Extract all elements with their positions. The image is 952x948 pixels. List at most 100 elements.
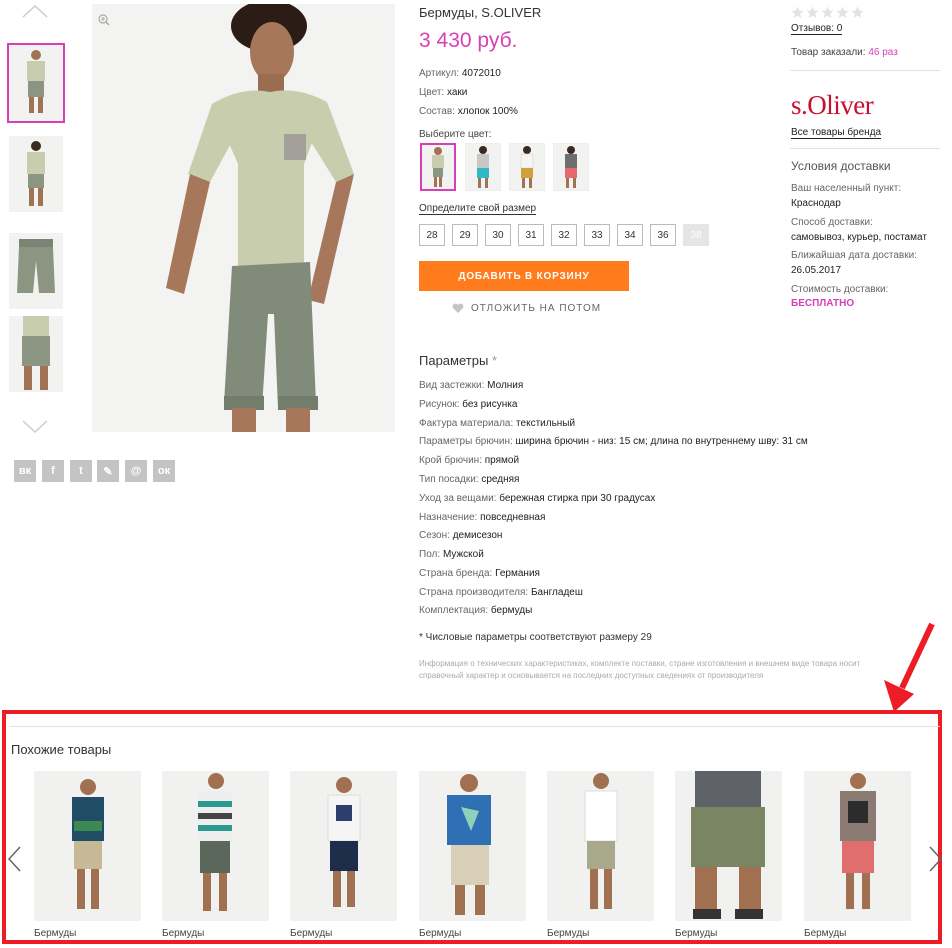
params-asterisk: * [491, 353, 497, 368]
reviews-link[interactable]: Отзывов: 0 [791, 23, 843, 35]
annotation-arrow-icon [884, 622, 935, 712]
similar-product-label[interactable]: Бермуды [675, 928, 717, 939]
ordered-label: Товар заказали: [791, 47, 866, 58]
delivery-date-value: 26.05.2017 [791, 265, 842, 276]
size-28[interactable]: 28 [419, 224, 445, 246]
thumbnail-2[interactable] [9, 136, 63, 212]
param-row: Комплектация: бермуды [419, 605, 533, 616]
brand-logo[interactable]: s.Oliver [791, 90, 874, 121]
similar-prev-arrow-icon[interactable] [7, 846, 21, 872]
size-29[interactable]: 29 [452, 224, 478, 246]
disclaimer-line-1: Информация о технических характеристиках… [419, 659, 861, 668]
delivery-cost-value: БЕСПЛАТНО [791, 298, 855, 309]
size-38-unavailable: 38 [683, 224, 709, 246]
similar-product-label[interactable]: Бермуды [547, 928, 589, 939]
star-icon[interactable] [791, 6, 804, 19]
params-title: Параметры * [419, 353, 497, 368]
composition-value: хлопок 100% [457, 106, 518, 117]
ordered-count: Товар заказали: 46 раз [791, 47, 898, 58]
param-row: Уход за вещами: бережная стирка при 30 г… [419, 493, 656, 504]
params-footnote: * Числовые параметры соответствуют разме… [419, 632, 652, 643]
composition-label: Состав: [419, 106, 455, 117]
thumbs-down-arrow-icon[interactable] [22, 420, 48, 434]
product-price: 3 430 руб. [419, 29, 518, 52]
thumbnail-4[interactable] [9, 316, 63, 392]
param-row: Назначение: повседневная [419, 512, 546, 523]
odnoklassniki-icon[interactable]: ок [153, 460, 175, 482]
delivery-date-label: Ближайшая дата доставки: [791, 250, 917, 261]
color-row: Цвет: хаки [419, 87, 467, 98]
color-swatch-khaki[interactable] [420, 143, 456, 191]
facebook-icon[interactable]: f [42, 460, 64, 482]
similar-product-image[interactable] [804, 771, 911, 921]
article-row: Артикул: 4072010 [419, 68, 501, 79]
main-product-image[interactable] [92, 4, 395, 432]
twitter-icon[interactable]: t [70, 460, 92, 482]
divider [790, 148, 940, 149]
zoom-icon[interactable] [98, 14, 110, 26]
similar-product-image[interactable] [162, 771, 269, 921]
disclaimer-line-2: справочный характер и основывается на по… [419, 671, 764, 680]
thumbnail-1[interactable] [7, 43, 65, 123]
add-to-cart-button[interactable]: ДОБАВИТЬ В КОРЗИНУ [419, 261, 629, 291]
brand-products-link[interactable]: Все товары бренда [791, 127, 882, 139]
star-icon[interactable] [851, 6, 864, 19]
article-label: Артикул: [419, 68, 460, 79]
similar-next-arrow-icon[interactable] [929, 846, 943, 872]
save-for-later-label: ОТЛОЖИТЬ НА ПОТОМ [471, 303, 602, 314]
param-row: Сезон: демисезон [419, 530, 503, 541]
similar-product-image[interactable] [675, 771, 782, 921]
livejournal-icon[interactable]: ✎ [97, 460, 119, 482]
locality-label: Ваш населенный пункт: [791, 183, 902, 194]
similar-product-label[interactable]: Бермуды [162, 928, 204, 939]
similar-product-image[interactable] [419, 771, 526, 921]
color-value: хаки [446, 87, 468, 98]
color-swatch-sand[interactable] [509, 143, 545, 191]
color-swatch-coral[interactable] [553, 143, 589, 191]
param-row: Параметры брючин: ширина брючин - низ: 1… [419, 436, 808, 447]
product-title: Бермуды, S.OLIVER [419, 5, 542, 20]
param-row: Страна бренда: Германия [419, 568, 540, 579]
similar-product-image[interactable] [290, 771, 397, 921]
param-row: Пол: Мужской [419, 549, 484, 560]
divider [10, 726, 940, 727]
size-33[interactable]: 33 [584, 224, 610, 246]
save-for-later-link[interactable]: ОТЛОЖИТЬ НА ПОТОМ [452, 303, 601, 314]
size-36[interactable]: 36 [650, 224, 676, 246]
heart-icon [452, 303, 464, 313]
delivery-title: Условия доставки [791, 159, 891, 173]
similar-title: Похожие товары [11, 742, 112, 757]
star-icon[interactable] [806, 6, 819, 19]
color-label: Цвет: [419, 87, 445, 98]
star-icon[interactable] [836, 6, 849, 19]
similar-product-label[interactable]: Бермуды [290, 928, 332, 939]
article-value: 4072010 [461, 68, 501, 79]
similar-product-image[interactable] [34, 771, 141, 921]
locality-value: Краснодар [791, 198, 841, 209]
param-row: Крой брючин: прямой [419, 455, 520, 466]
thumbnail-3[interactable] [9, 233, 63, 309]
thumbs-up-arrow-icon[interactable] [22, 4, 48, 18]
divider [790, 70, 940, 71]
param-row: Страна производителя: Бангладеш [419, 587, 583, 598]
similar-product-image[interactable] [547, 771, 654, 921]
similar-product-label[interactable]: Бермуды [34, 928, 76, 939]
vk-icon[interactable]: вк [14, 460, 36, 482]
size-guide-link[interactable]: Определите свой размер [419, 203, 537, 215]
param-row: Тип посадки: средняя [419, 474, 520, 485]
composition-row: Состав: хлопок 100% [419, 106, 518, 117]
similar-product-label[interactable]: Бермуды [804, 928, 846, 939]
params-title-text: Параметры [419, 353, 489, 368]
similar-product-label[interactable]: Бермуды [419, 928, 461, 939]
param-row: Фактура материала: текстильный [419, 418, 576, 429]
delivery-cost-label: Стоимость доставки: [791, 284, 889, 295]
size-32[interactable]: 32 [551, 224, 577, 246]
size-34[interactable]: 34 [617, 224, 643, 246]
mail-icon[interactable]: @ [125, 460, 147, 482]
size-30[interactable]: 30 [485, 224, 511, 246]
ordered-value: 46 раз [868, 47, 898, 58]
delivery-method-value: самовывоз, курьер, постамат [791, 232, 927, 243]
star-icon[interactable] [821, 6, 834, 19]
size-31[interactable]: 31 [518, 224, 544, 246]
color-swatch-turquoise[interactable] [465, 143, 501, 191]
